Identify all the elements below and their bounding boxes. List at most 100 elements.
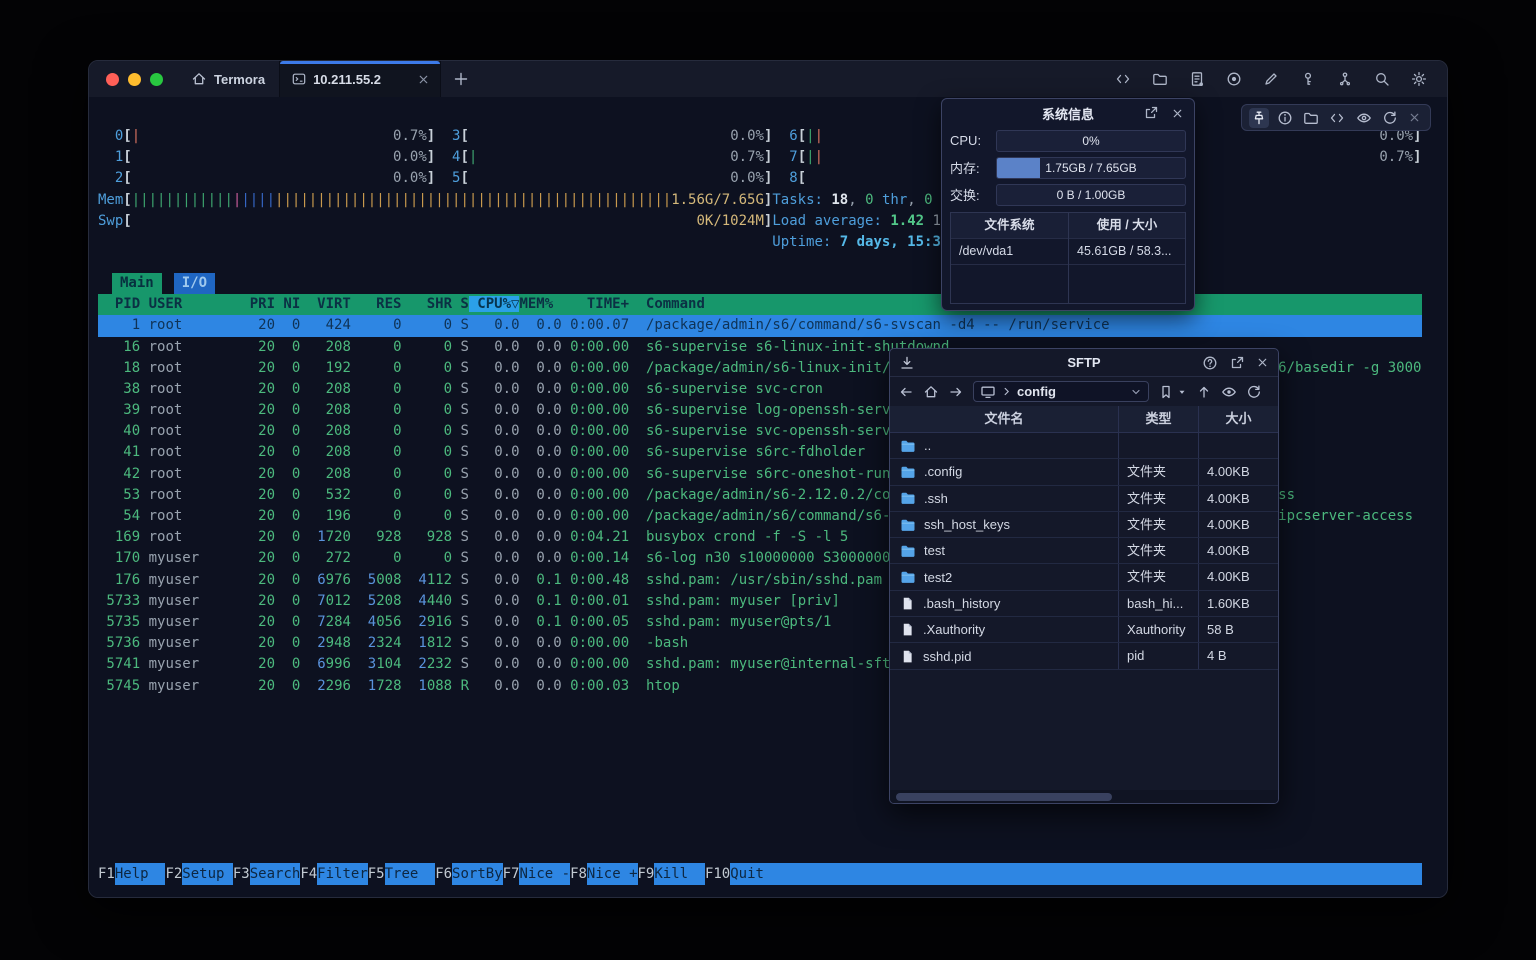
sftp-column-header[interactable]: 类型 — [1118, 406, 1198, 432]
file-size: 4.00KB — [1198, 538, 1278, 563]
close-tab-icon[interactable] — [417, 73, 430, 86]
meter-label: CPU: — [950, 133, 990, 148]
scrollbar-thumb[interactable] — [896, 793, 1112, 801]
fkey-f9[interactable]: F9Kill — [638, 863, 705, 885]
file-name: .config — [924, 464, 962, 479]
file-icon — [900, 622, 915, 637]
fkey-f8[interactable]: F8Nice + — [570, 863, 637, 885]
sftp-file-row[interactable]: .. — [890, 433, 1278, 459]
pin-icon[interactable] — [1249, 108, 1269, 128]
file-size: 58 B — [1198, 617, 1278, 642]
sftp-file-row[interactable]: .bash_historybash_hi...1.60KB — [890, 591, 1278, 617]
sftp-file-row[interactable]: test文件夹4.00KB — [890, 538, 1278, 564]
zoom-window-button[interactable] — [150, 73, 163, 86]
file-name: .Xauthority — [923, 622, 985, 637]
key-icon[interactable] — [1300, 71, 1316, 87]
file-type: 文件夹 — [1118, 538, 1198, 563]
gear-icon[interactable] — [1411, 71, 1427, 87]
sysinfo-meter-row: 内存:1.75GB / 7.65GB — [942, 154, 1194, 181]
file-size: 4 B — [1198, 643, 1278, 668]
sftp-file-row[interactable]: .Xauthority Xauthority58 B — [890, 617, 1278, 643]
meter-bar: 0 B / 1.00GB — [996, 184, 1186, 206]
record-icon[interactable] — [1226, 71, 1242, 87]
code-icon[interactable] — [1327, 108, 1347, 128]
info-icon[interactable] — [1275, 108, 1295, 128]
sftp-column-header[interactable]: 大小 — [1198, 406, 1278, 432]
gpu-icon[interactable] — [1354, 108, 1374, 128]
file-type: pid — [1118, 643, 1198, 668]
sftp-titlebar[interactable]: SFTP — [890, 349, 1278, 377]
sftp-column-header[interactable]: 文件名 — [890, 406, 1118, 432]
file-type: Xauthority — [1118, 617, 1198, 642]
open-new-icon[interactable] — [1229, 355, 1245, 371]
help-icon[interactable] — [1202, 355, 1218, 371]
home-icon[interactable] — [923, 384, 939, 400]
process-table-header[interactable]: PID USER PRI NI VIRT RES SHR S CPU%▽MEM%… — [98, 294, 1422, 315]
session-tab-label: 10.211.55.2 — [313, 72, 381, 87]
fkey-f7[interactable]: F7Nice - — [503, 863, 570, 885]
code-icon[interactable] — [1115, 71, 1131, 87]
sysinfo-meter-row: CPU:0% — [942, 127, 1194, 154]
edit-icon[interactable] — [1263, 71, 1279, 87]
sftp-file-row[interactable]: sshd.pidpid4 B — [890, 643, 1278, 669]
file-name: .. — [924, 438, 931, 453]
port-forwarding-icon[interactable] — [1337, 71, 1353, 87]
fkey-f4[interactable]: F4Filter — [300, 863, 367, 885]
file-size — [1198, 433, 1278, 458]
refresh-icon[interactable] — [1380, 108, 1400, 128]
log-icon[interactable] — [1189, 71, 1205, 87]
memory-meter-line: Mem[||||||||||||||||||||||||||||||||||||… — [98, 190, 1422, 211]
fkey-f2[interactable]: F2Setup — [165, 863, 232, 885]
meter-bar: 1.75GB / 7.65GB — [996, 157, 1186, 179]
file-name: .ssh — [924, 491, 948, 506]
file-icon — [900, 649, 915, 664]
sftp-file-row[interactable]: .ssh文件夹4.00KB — [890, 486, 1278, 512]
htop-tab-main[interactable]: Main — [112, 273, 162, 294]
caret-down-icon[interactable] — [1177, 387, 1187, 397]
refresh-icon[interactable] — [1246, 384, 1262, 400]
folder-icon[interactable] — [1152, 71, 1168, 87]
sftp-file-row[interactable]: .config文件夹4.00KB — [890, 459, 1278, 485]
sftp-file-row[interactable]: test2文件夹4.00KB — [890, 564, 1278, 590]
close-window-button[interactable] — [106, 73, 119, 86]
new-tab-button[interactable] — [441, 61, 481, 97]
process-row[interactable]: 1 root 20 0 424 0 0 S 0.0 0.0 0:00.07 /p… — [98, 315, 1422, 336]
sftp-toolbar: config — [890, 377, 1278, 406]
file-size: 4.00KB — [1198, 564, 1278, 589]
htop-meters: 0[| 0.7%] 3[ 0.0%] 6[|| 0.0%] 9[ 0.0%] 1… — [98, 126, 1447, 253]
fkey-f1[interactable]: F1Help — [98, 863, 165, 885]
htop-tab-io[interactable]: I/O — [174, 273, 215, 294]
app-home-tab[interactable]: Termora — [177, 61, 279, 97]
file-type: 文件夹 — [1118, 459, 1198, 484]
app-title: Termora — [214, 72, 265, 87]
file-type: 文件夹 — [1118, 486, 1198, 511]
folder-icon[interactable] — [1301, 108, 1321, 128]
fkey-f3[interactable]: F3Search — [233, 863, 300, 885]
minimize-window-button[interactable] — [128, 73, 141, 86]
path-combobox[interactable]: config — [973, 381, 1149, 402]
sftp-file-row[interactable]: ssh_host_keys文件夹4.00KB — [890, 512, 1278, 538]
sysinfo-titlebar[interactable]: 系统信息 — [942, 99, 1194, 127]
up-directory-icon[interactable] — [1196, 384, 1212, 400]
open-new-icon[interactable] — [1143, 105, 1159, 121]
chevron-down-icon[interactable] — [1130, 386, 1142, 398]
bookmark-icon[interactable] — [1158, 384, 1174, 400]
sysinfo-meter-row: 交换:0 B / 1.00GB — [942, 181, 1194, 208]
search-icon[interactable] — [1374, 71, 1390, 87]
forward-icon[interactable] — [948, 384, 964, 400]
close-icon[interactable] — [1171, 107, 1184, 120]
sysinfo-panel: 系统信息 CPU:0%内存:1.75GB / 7.65GB交换:0 B / 1.… — [941, 98, 1195, 311]
htop-function-bar: F1Help F2Setup F3SearchF4FilterF5Tree F6… — [98, 863, 1422, 885]
close-icon[interactable] — [1256, 356, 1269, 369]
bookmark-control[interactable] — [1158, 384, 1187, 400]
fkey-f6[interactable]: F6SortBy — [435, 863, 502, 885]
monitor-icon — [980, 384, 996, 400]
tab-session[interactable]: 10.211.55.2 — [279, 61, 441, 97]
back-icon[interactable] — [898, 384, 914, 400]
fkey-f5[interactable]: F5Tree — [368, 863, 435, 885]
close-icon[interactable] — [1406, 109, 1423, 126]
file-type — [1118, 433, 1198, 458]
download-icon[interactable] — [899, 349, 915, 376]
show-hidden-icon[interactable] — [1221, 384, 1237, 400]
fkey-f10[interactable]: F10Quit — [705, 863, 781, 885]
